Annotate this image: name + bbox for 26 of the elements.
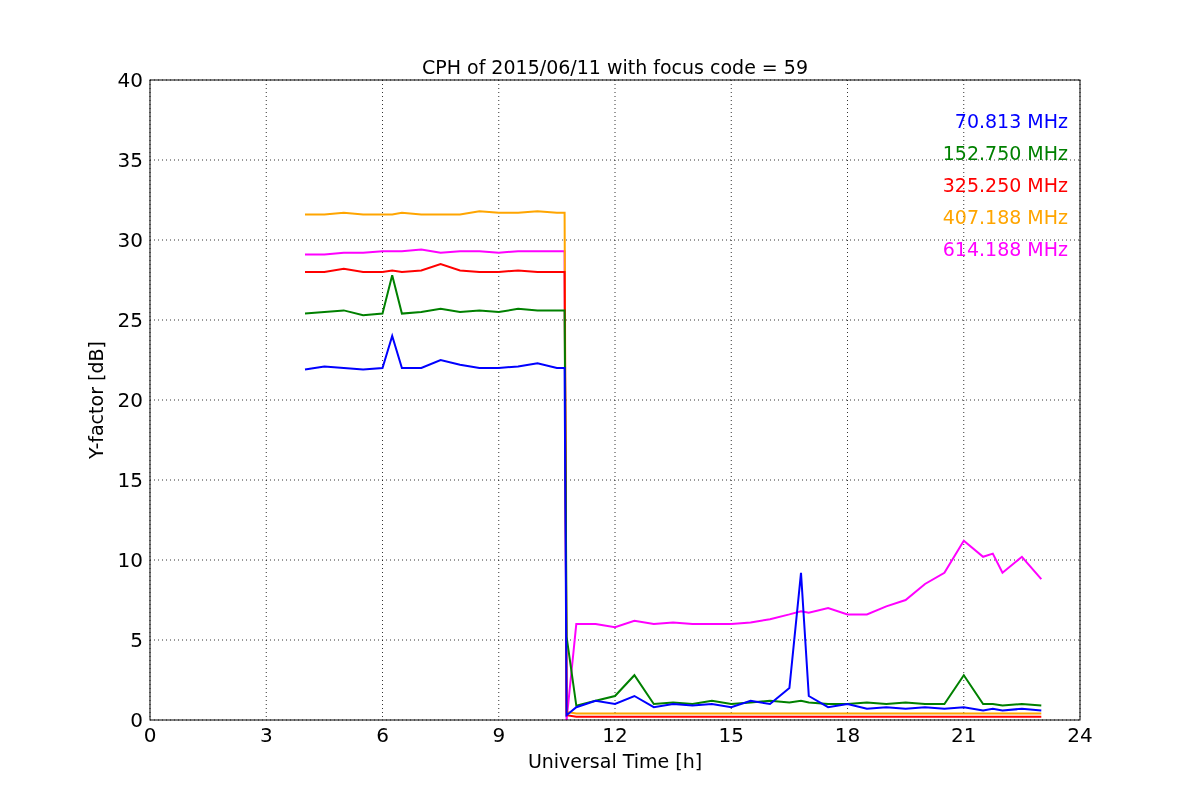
y-tick-label: 30 [117, 228, 143, 252]
x-tick-label: 15 [718, 723, 744, 747]
x-tick-label: 0 [143, 723, 157, 747]
x-tick-label: 3 [259, 723, 273, 747]
y-axis-label: Y-factor [dB] [85, 341, 107, 459]
legend-label: 614.188 MHz [942, 238, 1068, 260]
legend-label: 407.188 MHz [942, 206, 1068, 228]
y-tick-label: 40 [117, 68, 143, 92]
x-tick-label: 6 [376, 723, 389, 747]
y-tick-label: 5 [130, 628, 143, 652]
y-tick-label: 10 [117, 548, 143, 572]
y-tick-label: 20 [117, 388, 143, 412]
x-axis-label: Universal Time [h] [527, 750, 703, 772]
legend-label: 325.250 MHz [942, 174, 1068, 196]
x-tick-label: 9 [492, 723, 506, 747]
y-tick-label: 25 [117, 308, 143, 332]
legend-label: 152.750 MHz [942, 142, 1068, 164]
x-tick-label: 12 [602, 723, 628, 747]
chart-title: CPH of 2015/06/11 with focus code = 59 [422, 56, 808, 78]
x-tick-label: 24 [1067, 723, 1093, 747]
legend-label: 70.813 MHz [954, 110, 1068, 132]
x-tick-label: 21 [951, 723, 977, 747]
y-tick-label: 35 [117, 148, 143, 172]
y-tick-label: 0 [130, 708, 143, 732]
y-tick-label: 15 [117, 468, 143, 492]
x-tick-label: 18 [834, 723, 861, 747]
